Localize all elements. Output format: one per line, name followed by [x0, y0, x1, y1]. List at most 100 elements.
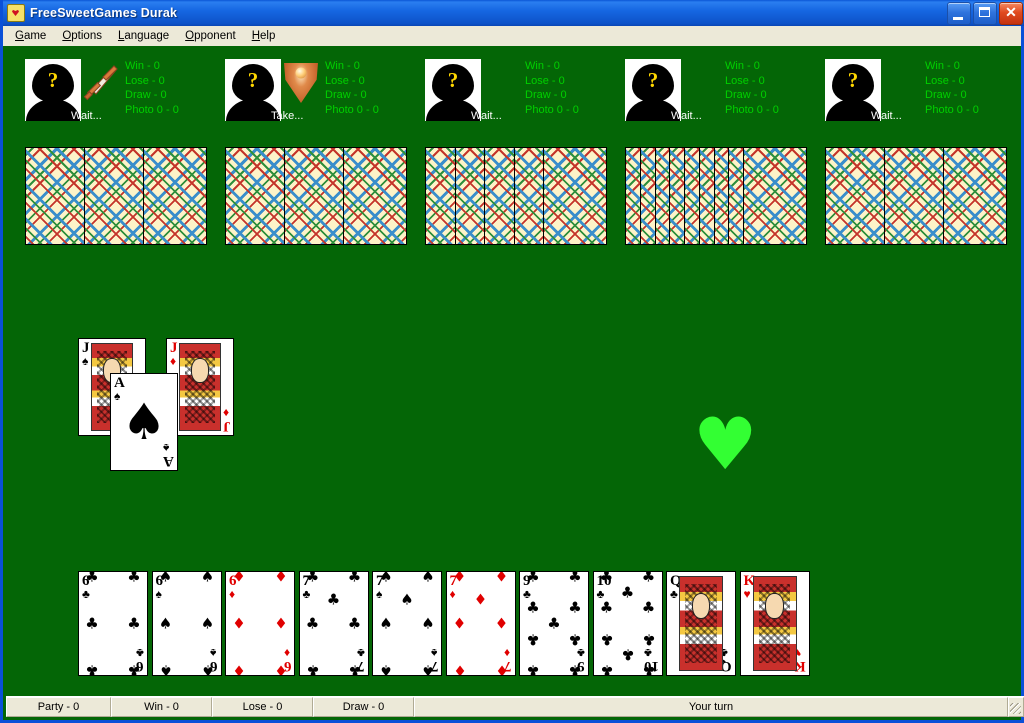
player-state-label: Wait... [871, 110, 902, 122]
stat-photo: Photo 0 - 0 [725, 103, 779, 116]
player-role-icon-wrap: Wait... [871, 59, 921, 122]
opponent-card-back [884, 147, 948, 245]
hand-card[interactable]: 7 ♦ 7 ♦ ♦ ♦ ♦ ♦ ♦ ♦ ♦ [445, 571, 516, 676]
opponent-card-back [943, 147, 1007, 245]
stat-draw: Draw - 0 [925, 89, 967, 102]
minimize-button[interactable] [947, 2, 971, 25]
window-controls: ✕ [947, 2, 1023, 25]
hand-card[interactable]: 7 ♠ 7 ♠ ♠ ♠ ♠ ♠ ♠ ♠ ♠ [372, 571, 442, 676]
stat-win: Win - 0 [925, 60, 960, 72]
card-pip: ♣ [641, 571, 656, 586]
card-corner-top: J ♦ [170, 340, 178, 368]
player-stats: Win - 0 Lose - 0 Draw - 0 Photo 0 - 0 [725, 59, 779, 117]
player-role-icon-wrap: Wait... [471, 59, 521, 122]
card-pip: ♦ [452, 571, 467, 586]
stat-draw: Draw - 0 [125, 89, 167, 102]
menu-item-language[interactable]: Language [110, 28, 177, 44]
court-card-art [179, 343, 221, 431]
player-panel-2[interactable]: ? Take... Win - 0 Lose - 0 Draw - 0 Phot… [225, 59, 379, 122]
stat-lose: Lose - 0 [925, 74, 965, 87]
hand-card[interactable]: 6 ♠ 6 ♠ ♠ ♠ ♠ ♠ ♠ ♠ [151, 571, 222, 676]
player-state-label: Wait... [71, 110, 102, 122]
unknown-player-icon: ? [247, 68, 259, 92]
card-pip: ♠ [379, 571, 393, 586]
player-role-icon-wrap: Take... [271, 59, 321, 122]
card-pip: ♦ [494, 614, 509, 632]
hand-card[interactable]: Q ♣ Q ♣ [666, 571, 736, 676]
card-pip: ♣ [547, 614, 561, 632]
stat-win: Win - 0 [525, 60, 560, 72]
game-table[interactable]: ? Wait... Win - 0 Lose - 0 Draw - 0 Phot… [3, 46, 1021, 698]
opponent-card-back [225, 147, 289, 245]
card-pip: ♣ [620, 583, 635, 602]
menu-bar: Game Options Language Opponent Help [3, 26, 1021, 47]
card-pip: ♠ [421, 571, 435, 586]
card-pip: ♣ [599, 630, 614, 649]
maximize-button[interactable] [973, 2, 997, 25]
card-pip: ♣ [641, 598, 656, 617]
player-panel-4[interactable]: ? Wait... Win - 0 Lose - 0 Draw - 0 Phot… [625, 59, 779, 122]
opponent-card-back [284, 147, 348, 245]
opponent-card-back [25, 147, 89, 245]
hand-card[interactable]: 10 ♣ 10 ♣ ♣ ♣ ♣ ♣ ♣ ♣ ♣ ♣ ♣ ♣ [592, 571, 663, 676]
card-pips: ♠ ♠ ♠ ♠ ♠ ♠ ♠ [379, 572, 434, 675]
card-pip: ♣ [568, 598, 582, 617]
unknown-player-icon: ? [447, 68, 459, 92]
card-pip: ♣ [127, 661, 141, 676]
hand-card[interactable]: 6 ♣ 6 ♣ ♣ ♣ ♣ ♣ ♣ ♣ [78, 571, 148, 676]
stat-lose: Lose - 0 [325, 74, 365, 87]
player-panel-5[interactable]: ? Wait... Win - 0 Lose - 0 Draw - 0 Phot… [825, 59, 979, 122]
sword-icon [83, 65, 118, 101]
card-pip: ♦ [494, 571, 509, 586]
stat-lose: Lose - 0 [525, 74, 565, 87]
card-pip: ♦ [452, 614, 467, 632]
status-draw: Draw - 0 [313, 697, 414, 717]
card-corner-top: J ♠ [82, 340, 90, 368]
card-pip: ♦ [232, 614, 246, 632]
card-pip: ♦ [232, 571, 246, 586]
close-icon: ✕ [1005, 4, 1017, 20]
card-pip: ♠ [379, 614, 393, 632]
hand-card[interactable]: 6 ♦ 6 ♦ ♦ ♦ ♦ ♦ ♦ ♦ [225, 571, 295, 676]
opponent-card-back [343, 147, 407, 245]
card-pips: ♦ ♦ ♦ ♦ ♦ ♦ [232, 572, 287, 675]
opponent-card-back [825, 147, 889, 245]
card-pips: ♣ ♣ ♣ ♣ ♣ ♣ [85, 572, 140, 675]
card-pip: ♣ [568, 661, 582, 676]
stat-photo: Photo 0 - 0 [525, 103, 579, 116]
card-pip: ♠ [158, 614, 173, 632]
card-pip: ♠ [421, 614, 435, 632]
player-stats: Win - 0 Lose - 0 Draw - 0 Photo 0 - 0 [925, 59, 979, 117]
hand-card[interactable]: 9 ♣ 9 ♣ ♣ ♣ ♣ ♣ ♣ ♣ ♣ ♣ ♣ [519, 571, 589, 676]
card-pip: ♣ [599, 661, 614, 676]
menu-item-opponent[interactable]: Opponent [177, 28, 244, 44]
card-pip: ♣ [620, 645, 635, 664]
table-card[interactable]: A ♠ A ♠ ♠ [110, 373, 178, 471]
card-pip: ♠ [200, 614, 215, 632]
player-state-label: Take... [271, 110, 304, 122]
hand-card[interactable]: 7 ♣ 7 ♣ ♣ ♣ ♣ ♣ ♣ ♣ ♣ [298, 571, 369, 676]
menu-item-help[interactable]: Help [244, 28, 284, 44]
status-lose: Lose - 0 [212, 697, 313, 717]
menu-item-game[interactable]: Game [7, 28, 54, 44]
title-bar: FreeSweetGames Durak ✕ [3, 0, 1024, 26]
resize-grip-icon[interactable] [1008, 697, 1024, 717]
player-panel-3[interactable]: ? Wait... Win - 0 Lose - 0 Draw - 0 Phot… [425, 59, 579, 122]
unknown-player-icon: ? [647, 68, 659, 92]
stat-win: Win - 0 [125, 60, 160, 72]
card-pip: ♣ [526, 630, 540, 649]
card-pip: ♣ [85, 614, 99, 632]
card-pip: ♣ [526, 598, 540, 617]
card-pip: ♣ [127, 614, 141, 632]
card-pip: ♣ [326, 590, 341, 609]
stat-lose: Lose - 0 [125, 74, 165, 87]
maximize-icon [979, 7, 990, 17]
card-pips: ♠ ♠ ♠ ♠ ♠ ♠ [159, 572, 214, 675]
hand-card[interactable]: K ♥ K ♥ [739, 571, 810, 676]
status-turn: Your turn [414, 697, 1008, 717]
menu-item-options[interactable]: Options [54, 28, 110, 44]
card-corner-bottom: J ♦ [222, 406, 231, 434]
close-button[interactable]: ✕ [999, 2, 1023, 25]
player-panel-1[interactable]: ? Wait... Win - 0 Lose - 0 Draw - 0 Phot… [25, 59, 179, 122]
card-pip: ♠ [200, 661, 215, 676]
